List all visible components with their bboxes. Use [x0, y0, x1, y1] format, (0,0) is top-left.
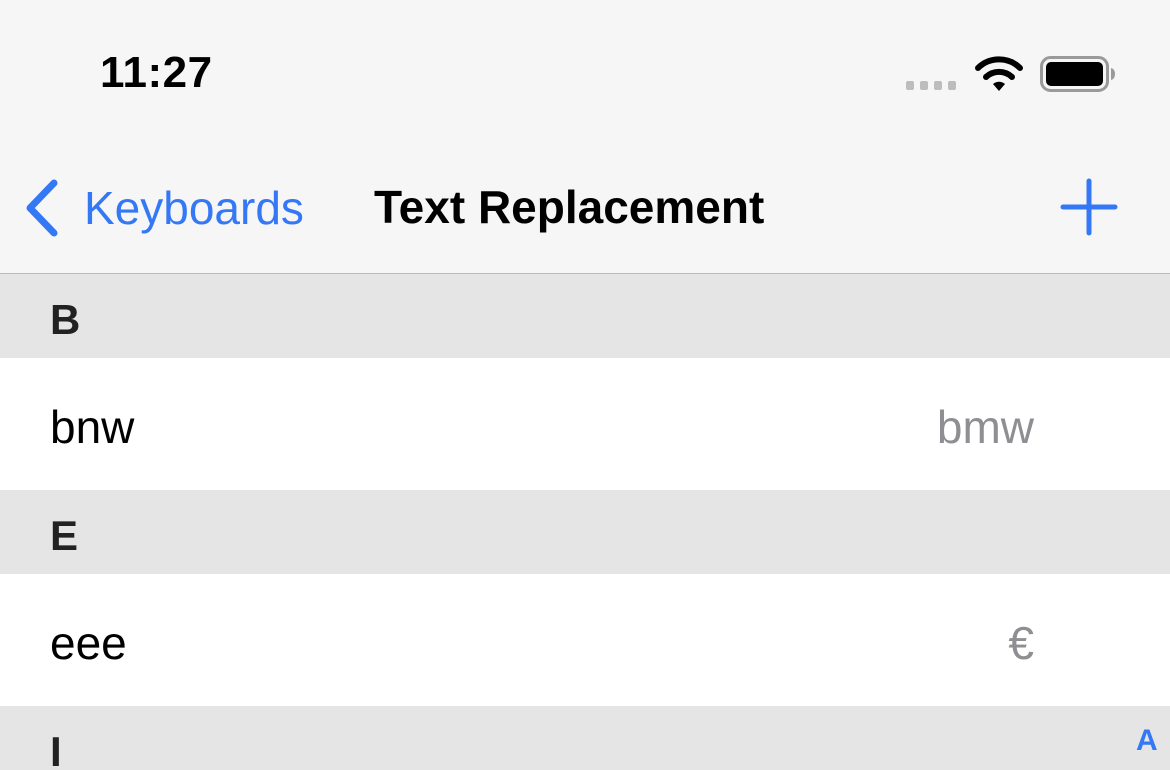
- section-letter: B: [50, 296, 81, 343]
- shortcut-text: bnw: [50, 401, 135, 453]
- shortcut-text: eee: [50, 617, 127, 669]
- battery-icon: [1040, 56, 1115, 92]
- plus-icon: [1060, 178, 1118, 236]
- navigation-bar: Keyboards Text Replacement: [0, 140, 1170, 274]
- section-letter: E: [50, 512, 79, 559]
- chevron-left-icon: [26, 179, 58, 237]
- back-button[interactable]: Keyboards: [24, 176, 304, 240]
- add-button[interactable]: [1058, 176, 1120, 238]
- section-header-i: I: [0, 706, 1170, 770]
- section-index-item[interactable]: A: [1136, 724, 1158, 758]
- list-item[interactable]: eee €: [0, 574, 1170, 706]
- signal-dots-icon: [906, 81, 956, 90]
- wifi-icon: [975, 56, 1023, 91]
- section-letter: I: [50, 728, 62, 770]
- text-replacement-screen: 11:27 Keyboards Text Replacement B bnw b…: [0, 0, 1170, 770]
- phrase-text: bmw: [936, 401, 1034, 453]
- phrase-text: €: [1008, 617, 1034, 669]
- status-time: 11:27: [100, 48, 213, 97]
- back-button-label: Keyboards: [84, 182, 304, 234]
- list-item[interactable]: bnw bmw: [0, 358, 1170, 490]
- section-header-e: E: [0, 490, 1170, 574]
- status-bar: 11:27: [0, 0, 1170, 140]
- page-title: Text Replacement: [374, 181, 765, 233]
- section-header-b: B: [0, 274, 1170, 358]
